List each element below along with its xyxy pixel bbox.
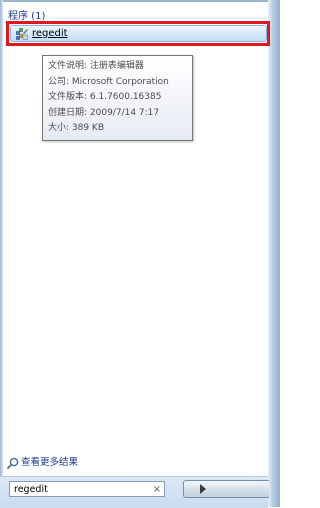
window-frame-left bbox=[0, 0, 3, 507]
tooltip-size: 大小: 389 KB bbox=[48, 123, 105, 133]
window-frame-top bbox=[0, 0, 280, 2]
see-more-results-label: 查看更多结果 bbox=[21, 457, 79, 468]
search-input[interactable]: regedit × bbox=[9, 481, 165, 497]
search-icon bbox=[7, 457, 19, 469]
tooltip-company: 公司: Microsoft Corporation bbox=[48, 76, 169, 87]
tooltip-file-version: 文件版本: 6.1.7600.16385 bbox=[48, 92, 162, 102]
start-menu-panel: 程序 (1) regedit 文件说明: 注册表编辑器 公司: Microsof… bbox=[0, 0, 280, 508]
red-highlight-annotation bbox=[6, 21, 270, 46]
arrow-right-icon bbox=[200, 484, 206, 494]
search-input-value: regedit bbox=[14, 484, 48, 495]
group-divider bbox=[54, 18, 266, 19]
window-frame-right bbox=[268, 0, 280, 507]
file-info-tooltip: 文件说明: 注册表编辑器 公司: Microsoft Corporation 文… bbox=[42, 55, 193, 141]
tooltip-description: 文件说明: 注册表编辑器 bbox=[48, 61, 144, 71]
tooltip-created-date: 创建日期: 2009/7/14 7:17 bbox=[48, 107, 160, 118]
shutdown-button[interactable] bbox=[183, 480, 269, 498]
clear-search-button[interactable]: × bbox=[153, 483, 161, 496]
